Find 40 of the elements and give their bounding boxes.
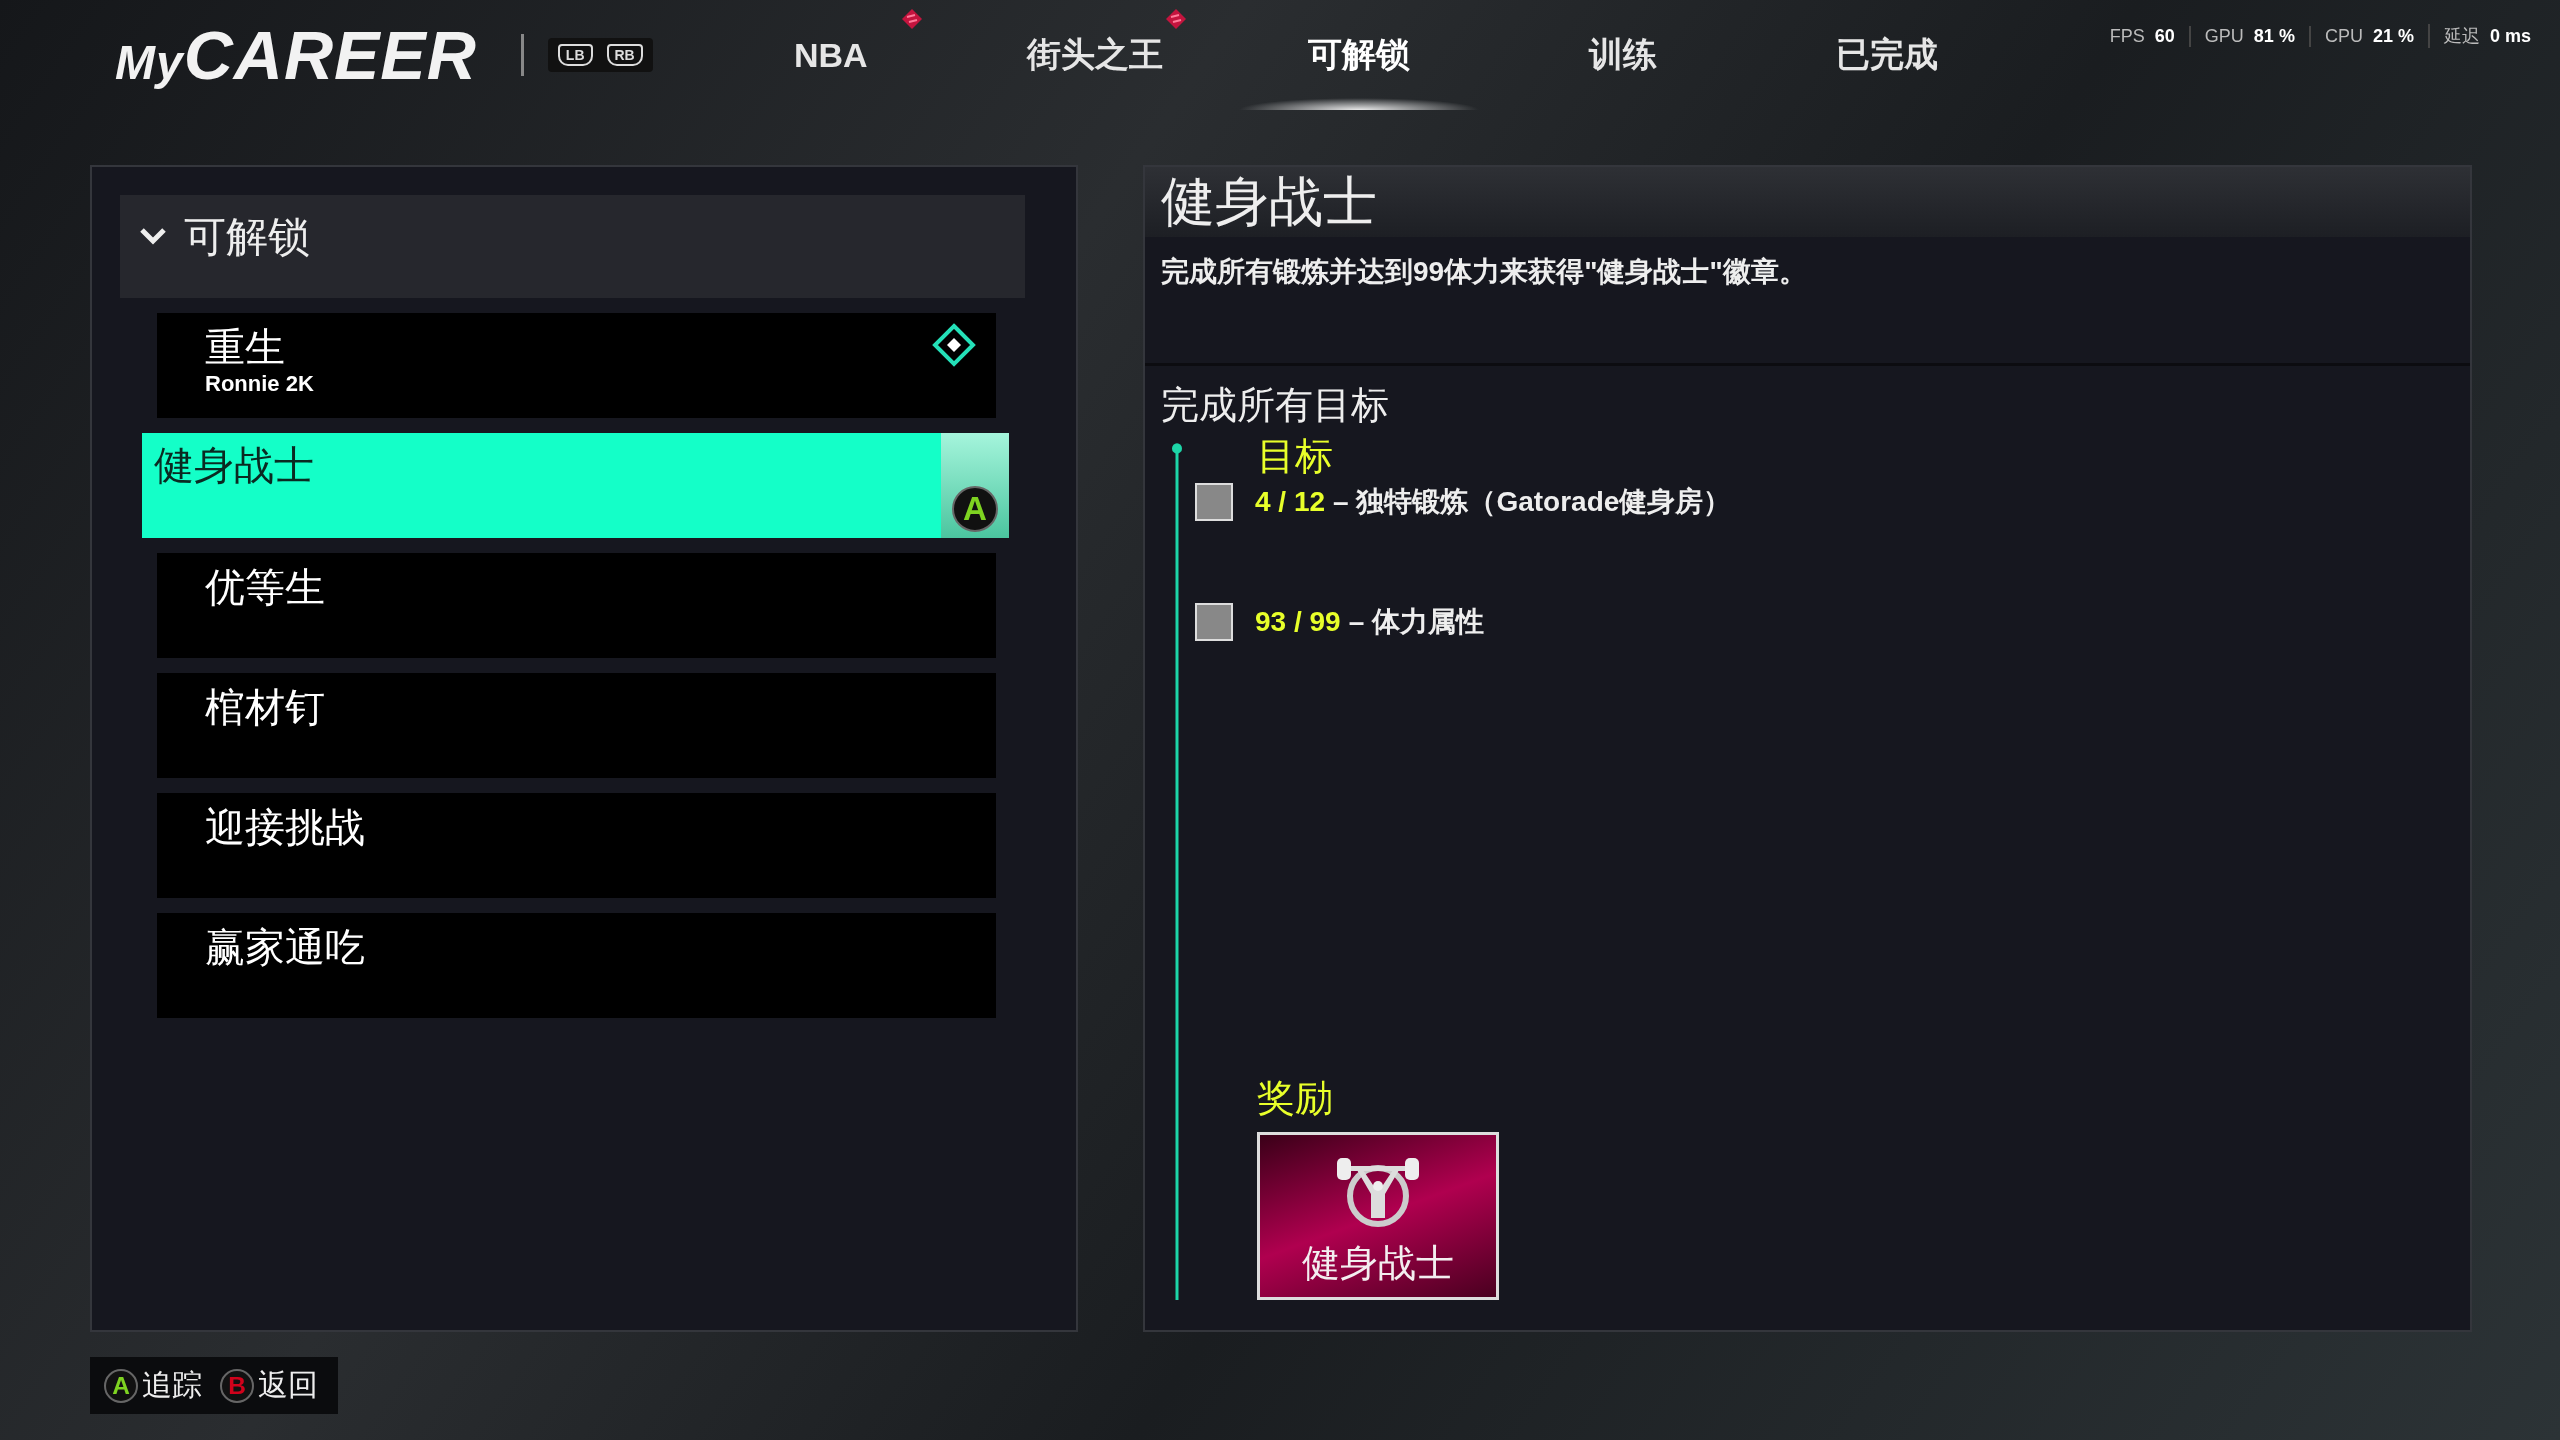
footer-action[interactable]: A 追踪: [104, 1365, 202, 1406]
category-header[interactable]: 可解锁: [120, 195, 1025, 298]
item-title: 重生: [205, 324, 286, 371]
reward-name: 健身战士: [1302, 1241, 1454, 1286]
select-key-icon: A: [952, 486, 998, 532]
nav-tab[interactable]: NBA: [698, 0, 963, 110]
item-title: 棺材钉: [205, 684, 326, 731]
nav-tab[interactable]: 训练: [1490, 0, 1755, 110]
reward-title: 奖励: [1256, 1076, 1334, 1121]
controller-key-icon: A: [104, 1368, 138, 1403]
unlockable-item[interactable]: 棺材钉: [157, 673, 996, 778]
item-title: 迎接挑战: [205, 804, 366, 851]
perf-stat: 延迟 0 ms: [2427, 24, 2545, 48]
item-title: 赢家通吃: [205, 924, 366, 971]
unlockable-item[interactable]: 赢家通吃: [157, 913, 996, 1018]
unlockable-item[interactable]: 迎接挑战: [157, 793, 996, 898]
goals-title: 目标: [1256, 434, 1334, 479]
nav-tab[interactable]: 已完成: [1754, 0, 2019, 110]
controller-key-icon: B: [220, 1368, 254, 1403]
unlockable-item[interactable]: 重生 Ronnie 2K: [157, 313, 996, 418]
category-title: 可解锁: [184, 212, 310, 262]
detail-title: 健身战士: [1161, 169, 1377, 233]
goal-text: 93 / 99 – 体力属性: [1255, 605, 1484, 639]
perf-stat: FPS 60: [2108, 25, 2176, 47]
bumper-key: LB: [557, 44, 593, 66]
nav-tab[interactable]: 街头之王: [962, 0, 1227, 110]
footer-action[interactable]: B 返回: [220, 1365, 318, 1406]
section-title: 完成所有目标: [1160, 383, 1390, 428]
perf-stat: CPU 21 %: [2308, 25, 2428, 47]
bumper-key: RB: [606, 44, 643, 66]
item-subtitle: Ronnie 2K: [205, 371, 315, 397]
item-title: 优等生: [205, 564, 326, 611]
goal-text: 4 / 12 – 独特锻炼（Gatorade健身房）: [1255, 485, 1732, 519]
item-title: 健身战士: [154, 442, 315, 489]
unlockable-item[interactable]: 健身战士 A: [142, 433, 1009, 538]
mycareer-logo: MyCAREER: [115, 16, 477, 94]
weightlifter-icon: [1335, 1158, 1421, 1230]
unlockable-item[interactable]: 优等生: [157, 553, 996, 658]
perf-stat: GPU 81 %: [2188, 25, 2309, 47]
detail-description: 完成所有锻炼并达到99体力来获得"健身战士"徽章。: [1161, 256, 1807, 287]
